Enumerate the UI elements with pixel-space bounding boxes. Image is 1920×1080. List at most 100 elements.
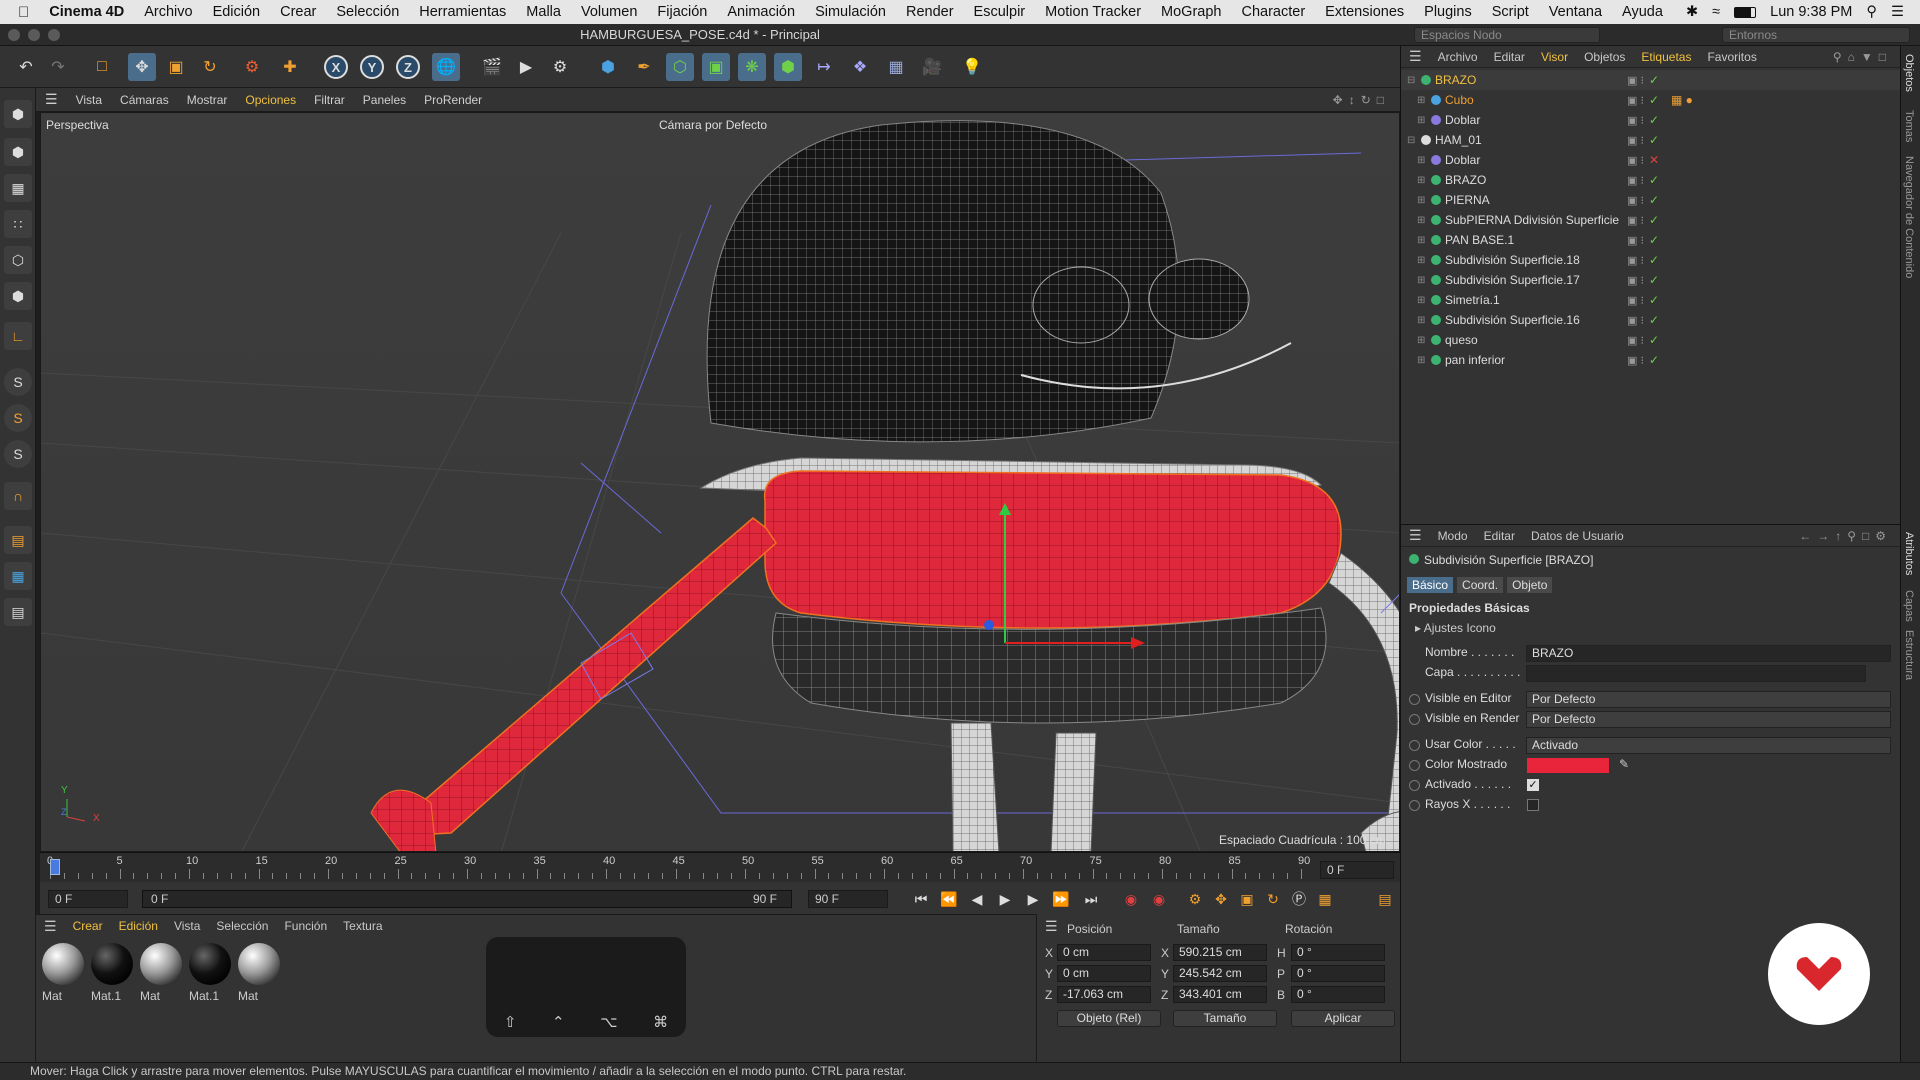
object-row[interactable]: ⊞ Subdivisión Superficie.18 ▣ ⁝ ✓: [1401, 250, 1901, 270]
menu-script[interactable]: Script: [1482, 4, 1539, 20]
texture-mode-icon[interactable]: ▦: [4, 174, 32, 202]
menu-seleccion[interactable]: Selección: [326, 4, 409, 20]
material-swatch[interactable]: [140, 943, 182, 985]
menu-ayuda[interactable]: Ayuda: [1612, 4, 1673, 20]
expand-toggle-icon[interactable]: ⊞: [1417, 95, 1425, 106]
scale-tool-icon[interactable]: ▣: [162, 53, 190, 81]
object-row[interactable]: ⊞ Simetría.1 ▣ ⁝ ✓: [1401, 290, 1901, 310]
animate-radio[interactable]: [1409, 760, 1420, 771]
viewport-menu-icon[interactable]: ☰: [36, 91, 67, 108]
snap-icon[interactable]: S: [4, 368, 32, 396]
viewport-menu-prorender[interactable]: ProRender: [415, 93, 491, 107]
object-name[interactable]: PAN BASE.1: [1445, 233, 1514, 247]
display-color-swatch[interactable]: [1527, 758, 1609, 773]
attributes-menu-datos[interactable]: Datos de Usuario: [1523, 529, 1632, 543]
size-x-field[interactable]: 590.215 cm: [1173, 944, 1267, 961]
keyframe-selection-icon[interactable]: ⚙: [1184, 888, 1206, 910]
layout-select-environments[interactable]: Entornos: [1722, 27, 1910, 43]
autokey-icon[interactable]: ◉: [1148, 888, 1170, 910]
object-name[interactable]: Simetría.1: [1445, 293, 1500, 307]
object-name[interactable]: Doblar: [1445, 113, 1480, 127]
menu-crear[interactable]: Crear: [270, 4, 326, 20]
menu-herramientas[interactable]: Herramientas: [409, 4, 516, 20]
side-tab-atributos[interactable]: Atributos: [1903, 532, 1915, 575]
objects-menu-objetos[interactable]: Objetos: [1576, 50, 1633, 64]
expand-toggle-icon[interactable]: ⊞: [1417, 195, 1425, 206]
x-axis-lock-icon[interactable]: X: [324, 55, 348, 79]
menu-list-icon[interactable]: ☰: [1891, 4, 1904, 20]
side-tab-objetos[interactable]: Objetos: [1903, 54, 1915, 92]
use-color-select[interactable]: Activado: [1526, 737, 1891, 754]
menu-mograph[interactable]: MoGraph: [1151, 4, 1231, 20]
objects-menu-etiquetas[interactable]: Etiquetas: [1633, 50, 1699, 64]
key-pla-icon[interactable]: ▦: [1314, 888, 1336, 910]
expand-toggle-icon[interactable]: ⊟: [1407, 135, 1415, 146]
next-key-icon[interactable]: ⏩: [1050, 888, 1072, 910]
expand-toggle-icon[interactable]: ⊞: [1417, 115, 1425, 126]
make-editable-icon[interactable]: ⬢: [4, 100, 32, 128]
xray-checkbox[interactable]: [1527, 799, 1539, 811]
enabled-check-icon[interactable]: ✓: [1649, 133, 1659, 147]
rotation-h-field[interactable]: 0 °: [1291, 944, 1385, 961]
generator-icon[interactable]: ▣: [702, 53, 730, 81]
side-tab-tomas[interactable]: Tomas: [1903, 110, 1915, 142]
object-row[interactable]: ⊞ BRAZO ▣ ⁝ ✓: [1401, 170, 1901, 190]
move-tool-icon[interactable]: ✥: [128, 53, 156, 81]
enabled-check-icon[interactable]: ✓: [1649, 313, 1659, 327]
objects-menu-favoritos[interactable]: Favoritos: [1699, 50, 1764, 64]
go-to-start-icon[interactable]: ⏮: [910, 888, 932, 910]
enabled-check-icon[interactable]: ✓: [1649, 213, 1659, 227]
symmetry-icon[interactable]: S: [4, 440, 32, 468]
side-tab-capas[interactable]: Capas: [1903, 590, 1915, 622]
command-key-icon[interactable]: ⌘: [653, 1013, 668, 1031]
tab-objeto[interactable]: Objeto: [1507, 577, 1553, 593]
object-name[interactable]: SubPIERNA Ddivisión Superficie: [1445, 213, 1619, 227]
material-swatch[interactable]: [42, 943, 84, 985]
animate-radio[interactable]: [1409, 800, 1420, 811]
layer-field[interactable]: [1526, 665, 1866, 682]
attributes-menu-modo[interactable]: Modo: [1430, 529, 1476, 543]
start-frame-field[interactable]: 0 F: [48, 890, 128, 908]
viewport-perspective[interactable]: Perspectiva Cámara por Defecto Y X Z Esp…: [40, 112, 1400, 852]
select-tool-icon[interactable]: □: [88, 53, 116, 81]
viewport-menu-opciones[interactable]: Opciones: [236, 93, 305, 107]
object-name[interactable]: Cubo: [1445, 93, 1474, 107]
edges-mode-icon[interactable]: ⬡: [4, 246, 32, 274]
light-icon[interactable]: 💡: [958, 53, 986, 81]
expand-toggle-icon[interactable]: ⊞: [1417, 295, 1425, 306]
enabled-check-icon[interactable]: ✓: [1649, 173, 1659, 187]
animate-radio[interactable]: [1409, 714, 1420, 725]
material-swatch[interactable]: [91, 943, 133, 985]
enabled-check-icon[interactable]: ✓: [1649, 293, 1659, 307]
animate-radio[interactable]: [1409, 740, 1420, 751]
viewport-menu-filtrar[interactable]: Filtrar: [305, 93, 354, 107]
size-z-field[interactable]: 343.401 cm: [1173, 986, 1267, 1003]
material-menu-crear[interactable]: Crear: [65, 919, 111, 933]
layout-select-nodes[interactable]: Espacios Nodo: [1414, 27, 1600, 43]
enabled-check-icon[interactable]: ✓: [1649, 233, 1659, 247]
menu-archivo[interactable]: Archivo: [134, 4, 202, 20]
expand-toggle-icon[interactable]: ⊞: [1417, 175, 1425, 186]
previous-frame-icon[interactable]: ◀: [966, 888, 988, 910]
magnet-icon[interactable]: ∩: [4, 482, 32, 510]
wifi-icon[interactable]: ≈: [1712, 4, 1720, 20]
enabled-check-icon[interactable]: ✓: [1649, 333, 1659, 347]
apple-icon[interactable]: : [0, 4, 39, 21]
previous-key-icon[interactable]: ⏪: [938, 888, 960, 910]
menu-animacion[interactable]: Animación: [717, 4, 805, 20]
menu-ventana[interactable]: Ventana: [1539, 4, 1612, 20]
enabled-checkbox[interactable]: ✓: [1527, 779, 1539, 791]
timeline-window-icon[interactable]: ▤: [1374, 888, 1396, 910]
position-z-field[interactable]: -17.063 cm: [1057, 986, 1151, 1003]
objects-menu-archivo[interactable]: Archivo: [1430, 50, 1486, 64]
timeline-ruler[interactable]: 051015202530354045505560657075808590 0 F: [40, 852, 1400, 882]
current-frame-field[interactable]: 0 F: [1320, 861, 1394, 879]
enabled-check-icon[interactable]: ✓: [1649, 353, 1659, 367]
objects-menu-icon[interactable]: ☰: [1401, 48, 1430, 65]
material-swatch[interactable]: [238, 943, 280, 985]
recent-tool-icon[interactable]: ⚙: [238, 53, 266, 81]
enabled-check-icon[interactable]: ✓: [1649, 273, 1659, 287]
icon-settings-toggle[interactable]: ▸ Ajustes Icono: [1415, 621, 1496, 635]
rotation-b-field[interactable]: 0 °: [1291, 986, 1385, 1003]
polygons-mode-icon[interactable]: ⬢: [4, 282, 32, 310]
